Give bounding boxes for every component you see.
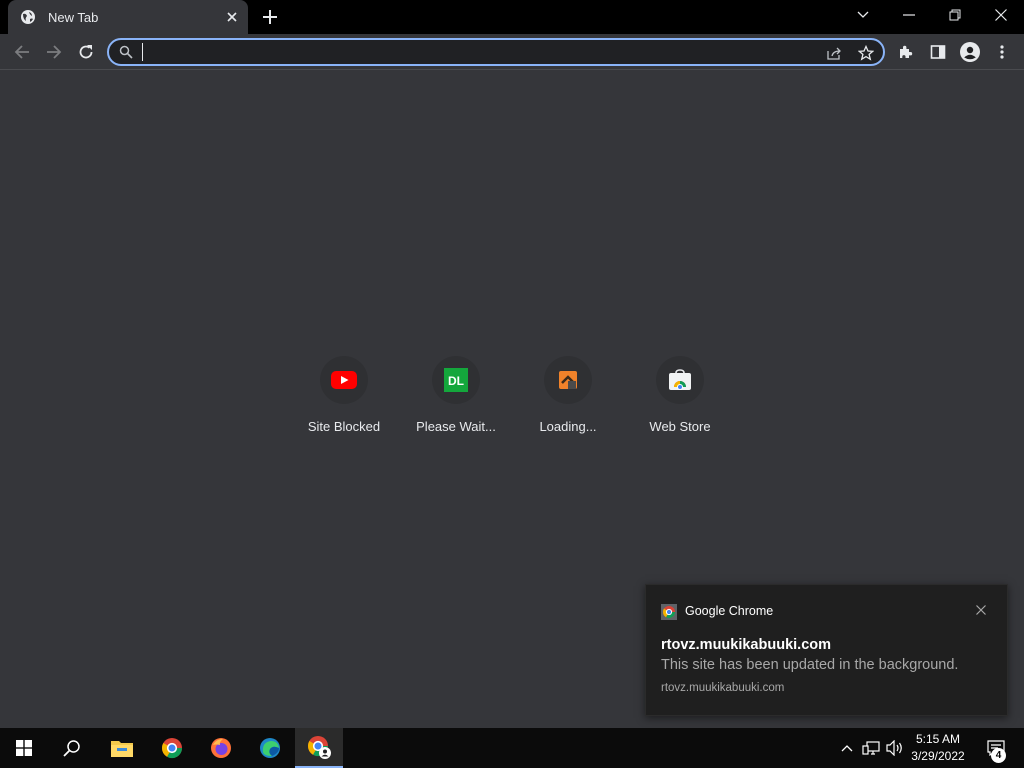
forward-button[interactable] bbox=[39, 37, 69, 67]
arrow-left-icon bbox=[14, 45, 29, 59]
globe-icon bbox=[20, 9, 36, 25]
tab-search-button[interactable] bbox=[840, 0, 886, 30]
shortcut-web-store[interactable]: Web Store bbox=[624, 352, 736, 448]
chrome-notification-toast[interactable]: Google Chrome rtovz.muukikabuuki.com Thi… bbox=[645, 584, 1008, 716]
tab-new-tab[interactable]: New Tab bbox=[8, 0, 248, 34]
reload-icon bbox=[79, 45, 93, 59]
shortcut-label: Site Blocked bbox=[307, 419, 381, 434]
chrome-app-icon bbox=[661, 604, 677, 620]
shortcut-site-blocked[interactable]: Site Blocked bbox=[288, 352, 400, 448]
dl-icon-text: DL bbox=[448, 374, 464, 388]
address-input[interactable] bbox=[141, 42, 801, 62]
profile-button[interactable] bbox=[955, 37, 985, 67]
speaker-icon[interactable] bbox=[885, 728, 905, 768]
chrome-profile-icon[interactable] bbox=[295, 728, 343, 768]
reload-button[interactable] bbox=[71, 37, 101, 67]
close-window-button[interactable] bbox=[978, 0, 1024, 30]
clock-date: 3/29/2022 bbox=[911, 749, 965, 763]
text-caret bbox=[142, 43, 143, 61]
shortcut-label: Web Store bbox=[649, 419, 711, 434]
arrow-right-icon bbox=[47, 45, 62, 59]
orange-hammer-icon bbox=[544, 356, 592, 404]
close-icon[interactable] bbox=[970, 599, 992, 621]
dl-icon: DL bbox=[432, 356, 480, 404]
extensions-button[interactable] bbox=[891, 37, 921, 67]
youtube-icon bbox=[320, 356, 368, 404]
star-icon[interactable] bbox=[855, 43, 877, 63]
side-panel-button[interactable] bbox=[923, 37, 953, 67]
puzzle-icon bbox=[900, 45, 913, 58]
search-icon bbox=[119, 45, 133, 59]
profile-icon bbox=[960, 42, 980, 62]
minimize-button[interactable] bbox=[886, 0, 932, 30]
restore-button[interactable] bbox=[932, 0, 978, 30]
side-panel-icon bbox=[930, 45, 946, 59]
notification-title: rtovz.muukikabuuki.com bbox=[661, 637, 832, 653]
shortcuts-grid: Site Blocked DL Please Wait... Loading..… bbox=[288, 352, 736, 448]
notification-body: This site has been updated in the backgr… bbox=[661, 657, 959, 673]
notification-count-badge: 4 bbox=[991, 748, 1006, 763]
chrome-icon[interactable] bbox=[148, 728, 196, 768]
browser-window: New Tab Site Blocked DL Please Wait... L… bbox=[0, 0, 1024, 768]
network-icon[interactable] bbox=[861, 728, 881, 768]
menu-button[interactable] bbox=[987, 37, 1017, 67]
clock[interactable]: 5:15 AM 3/29/2022 bbox=[905, 731, 971, 765]
firefox-icon[interactable] bbox=[197, 728, 245, 768]
title-bar: New Tab bbox=[0, 0, 1024, 34]
chevron-up-icon[interactable] bbox=[838, 728, 856, 768]
shortcut-label: Loading... bbox=[539, 419, 597, 434]
chrome-web-store-icon bbox=[656, 356, 704, 404]
windows-start-icon[interactable] bbox=[0, 728, 48, 768]
taskbar: 5:15 AM 3/29/2022 bbox=[0, 728, 1024, 768]
close-tab-icon[interactable] bbox=[220, 5, 244, 29]
address-bar[interactable] bbox=[107, 38, 885, 66]
toolbar bbox=[0, 34, 1024, 70]
back-button[interactable] bbox=[7, 37, 37, 67]
notification-app-name: Google Chrome bbox=[685, 604, 774, 618]
shortcut-label: Please Wait... bbox=[416, 419, 496, 434]
new-tab-button[interactable] bbox=[256, 4, 284, 30]
share-icon[interactable] bbox=[823, 43, 845, 63]
notification-attribution: rtovz.muukikabuuki.com bbox=[661, 682, 785, 694]
search-icon[interactable] bbox=[48, 728, 96, 768]
tab-title: New Tab bbox=[48, 9, 99, 25]
edge-icon[interactable] bbox=[246, 728, 294, 768]
clock-time: 5:15 AM bbox=[915, 732, 961, 746]
shortcut-loading[interactable]: Loading... bbox=[512, 352, 624, 448]
shortcut-please-wait[interactable]: DL Please Wait... bbox=[400, 352, 512, 448]
file-explorer-icon[interactable] bbox=[98, 728, 146, 768]
kebab-menu-icon bbox=[1000, 45, 1004, 59]
